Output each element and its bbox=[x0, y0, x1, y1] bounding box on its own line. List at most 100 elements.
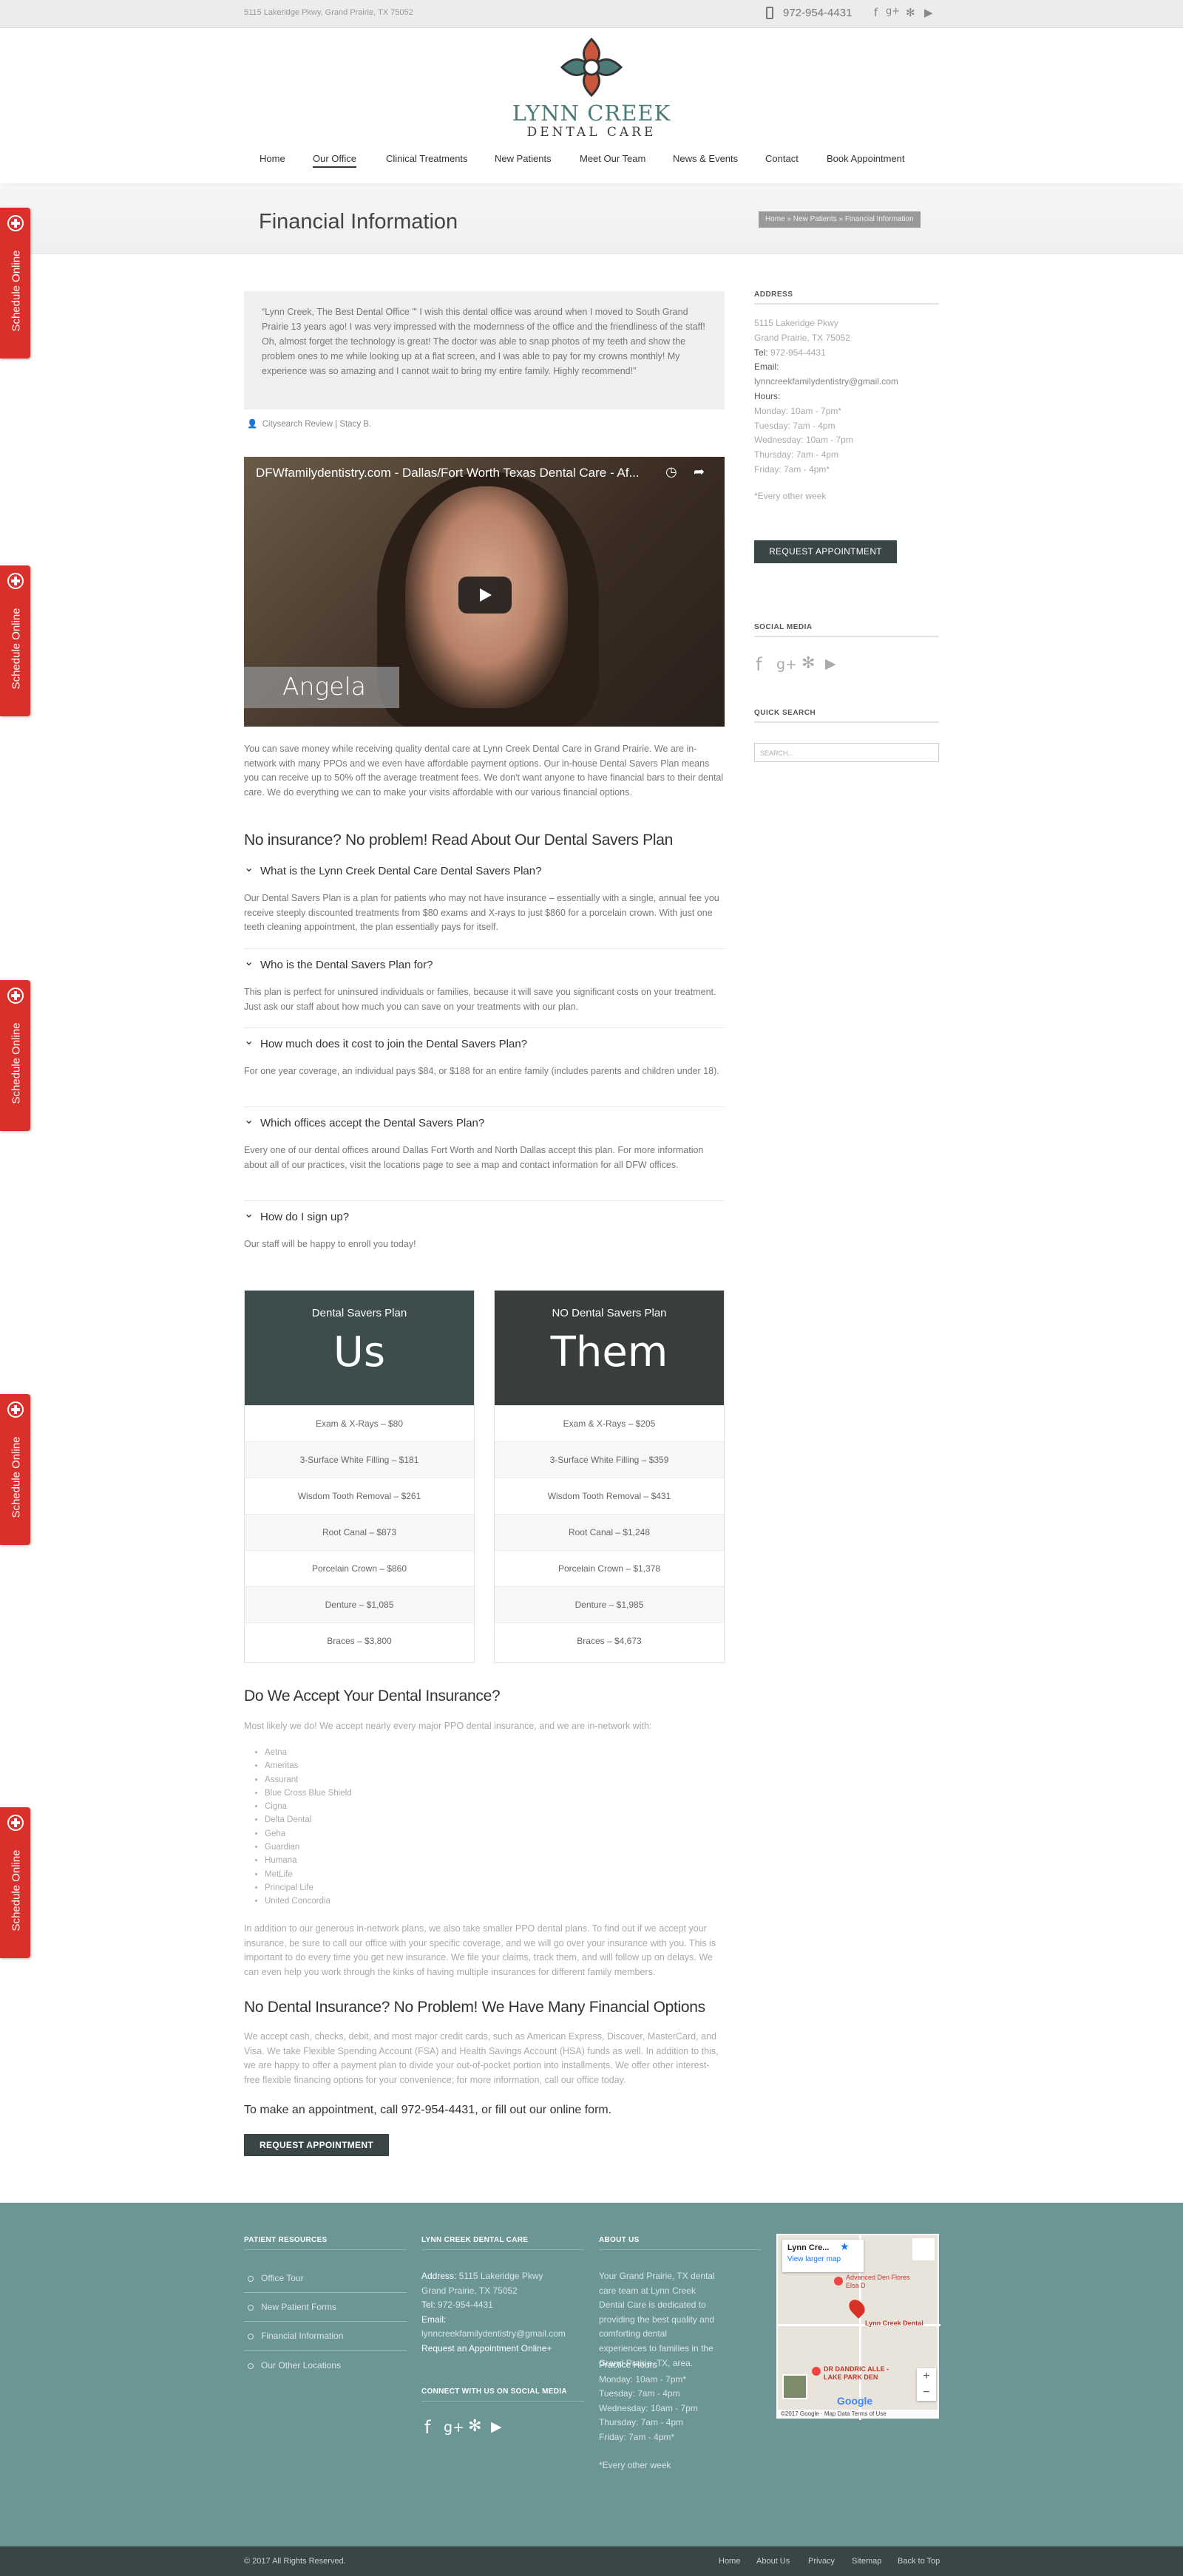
google-plus-icon[interactable]: g+ bbox=[776, 656, 797, 673]
video-player[interactable]: DFWfamilydentistry.com - Dallas/Fort Wor… bbox=[244, 457, 725, 727]
footer-hours: Practice Hours Monday: 10am - 7pm* Tuesd… bbox=[599, 2359, 698, 2470]
nav-book-appointment[interactable]: Book Appointment bbox=[827, 153, 905, 164]
footer-nav-back-to-top[interactable]: Back to Top bbox=[898, 2557, 940, 2566]
footer-link[interactable]: New Patient Forms bbox=[244, 2292, 407, 2322]
faq-question[interactable]: Which offices accept the Dental Savers P… bbox=[244, 1112, 725, 1135]
faq-answer: Every one of our dental offices around D… bbox=[244, 1145, 704, 1170]
divider bbox=[244, 1200, 725, 1201]
request-online-link[interactable]: Request an Appointment Online+ bbox=[421, 2342, 566, 2356]
nav-news-events[interactable]: News & Events bbox=[673, 153, 738, 164]
top-phone[interactable]: 972-954-4431 bbox=[783, 7, 852, 19]
google-plus-icon[interactable]: g+ bbox=[886, 6, 900, 17]
footer-nav-privacy[interactable]: Privacy bbox=[808, 2557, 835, 2566]
faq-answer: For one year coverage, an individual pay… bbox=[244, 1066, 719, 1076]
facebook-icon[interactable]: f bbox=[756, 654, 762, 675]
facebook-icon[interactable]: f bbox=[424, 2417, 430, 2438]
price-row: Porcelain Crown – $1,378 bbox=[495, 1550, 724, 1586]
schedule-online-tab[interactable]: Schedule Online bbox=[0, 1807, 30, 1958]
map-pin-icon[interactable] bbox=[846, 2297, 868, 2319]
youtube-icon[interactable]: ▶ bbox=[924, 6, 933, 19]
nav-our-office[interactable]: Our Office bbox=[313, 153, 357, 168]
yelp-icon[interactable]: ✻ bbox=[468, 2417, 481, 2436]
plus-icon bbox=[7, 1815, 24, 1831]
list-item: Principal Life bbox=[265, 1881, 352, 1894]
request-appointment-button[interactable]: REQUEST APPOINTMENT bbox=[244, 2134, 389, 2156]
faq-question[interactable]: What is the Lynn Creek Dental Care Denta… bbox=[244, 860, 725, 883]
bottom-bar: © 2017 All Rights Reserved. Home About U… bbox=[0, 2546, 1183, 2576]
yelp-icon[interactable]: ✻ bbox=[906, 6, 915, 19]
footer-link[interactable]: Office Tour bbox=[244, 2263, 407, 2293]
plus-icon bbox=[7, 1401, 24, 1418]
divider bbox=[244, 1027, 725, 1028]
faq-answer: Our Dental Savers Plan is a plan for pat… bbox=[244, 893, 719, 932]
intro-text: You can save money while receiving quali… bbox=[244, 744, 724, 798]
google-plus-icon[interactable]: g+ bbox=[444, 2419, 464, 2436]
map-thumbnail[interactable] bbox=[782, 2374, 807, 2399]
footer-nav-home[interactable]: Home bbox=[719, 2557, 740, 2566]
breadcrumb[interactable]: Home » New Patients » Financial Informat… bbox=[759, 211, 921, 228]
price-row: Root Canal – $1,248 bbox=[495, 1514, 724, 1550]
footer-link[interactable]: Our Other Locations bbox=[244, 2351, 407, 2380]
appointment-cta: To make an appointment, call 972-954-443… bbox=[244, 2104, 612, 2116]
top-address: 5115 Lakeridge Pkwy, Grand Prairie, TX 7… bbox=[244, 8, 413, 17]
schedule-online-tab[interactable]: Schedule Online bbox=[0, 565, 30, 716]
street-view-icon[interactable] bbox=[912, 2238, 935, 2260]
price-row: Exam & X-Rays – $80 bbox=[245, 1405, 474, 1441]
footer-nav-sitemap[interactable]: Sitemap bbox=[852, 2557, 881, 2566]
testimonial-author: 👤 Citysearch Review | Stacy B. bbox=[247, 418, 372, 429]
map-info-card: Lynn Cre... View larger map bbox=[782, 2240, 864, 2272]
faq-question[interactable]: How much does it cost to join the Dental… bbox=[244, 1033, 725, 1056]
price-row: Wisdom Tooth Removal – $261 bbox=[245, 1478, 474, 1514]
schedule-online-tab[interactable]: Schedule Online bbox=[0, 208, 30, 358]
nav-new-patients[interactable]: New Patients bbox=[495, 153, 552, 164]
faq-answer: Our staff will be happy to enroll you to… bbox=[244, 1239, 416, 1249]
footer-about-heading: ABOUT US bbox=[599, 2236, 762, 2250]
footer bbox=[0, 2203, 1183, 2546]
faq-question[interactable]: Who is the Dental Savers Plan for? bbox=[244, 954, 725, 977]
facebook-icon[interactable]: f bbox=[874, 6, 878, 19]
nav-contact[interactable]: Contact bbox=[765, 153, 799, 164]
view-larger-map-link[interactable]: View larger map bbox=[787, 2255, 858, 2263]
nav-meet-our-team[interactable]: Meet Our Team bbox=[580, 153, 645, 164]
youtube-icon[interactable]: ▶ bbox=[491, 2419, 502, 2435]
sidebar-address-heading: ADDRESS bbox=[754, 290, 939, 305]
footer-link[interactable]: Financial Information bbox=[244, 2321, 407, 2351]
map-pin-icon[interactable] bbox=[834, 2277, 843, 2286]
savers-heading: No insurance? No problem! Read About Our… bbox=[244, 832, 673, 849]
play-icon[interactable] bbox=[458, 577, 512, 614]
logo-name[interactable]: LYNN CREEK bbox=[444, 101, 739, 126]
plus-icon bbox=[7, 215, 24, 231]
faq-question[interactable]: How do I sign up? bbox=[244, 1206, 725, 1229]
faq-answer: This plan is perfect for uninsured indiv… bbox=[244, 987, 716, 1012]
map-pin-icon[interactable] bbox=[812, 2367, 821, 2376]
list-item: Delta Dental bbox=[265, 1813, 352, 1826]
youtube-icon[interactable]: ▶ bbox=[825, 656, 836, 672]
price-row: Braces – $3,800 bbox=[245, 1622, 474, 1659]
sidebar-request-appointment-button[interactable]: REQUEST APPOINTMENT bbox=[754, 540, 897, 563]
share-icon[interactable]: ➦ bbox=[694, 464, 705, 480]
search-input[interactable]: SEARCH... bbox=[754, 743, 939, 762]
footer-resources-heading: PATIENT RESOURCES bbox=[244, 2236, 407, 2250]
nav-home[interactable]: Home bbox=[260, 153, 285, 164]
watch-later-icon[interactable]: ◷ bbox=[665, 464, 677, 480]
sidebar-search-heading: QUICK SEARCH bbox=[754, 709, 939, 723]
map-embed[interactable]: Lynn Cre... View larger map ★ Advanced D… bbox=[776, 2234, 940, 2420]
logo-subtitle: DENTAL CARE bbox=[526, 125, 657, 140]
schedule-online-tab[interactable]: Schedule Online bbox=[0, 980, 30, 1131]
price-row: 3-Surface White Filling – $181 bbox=[245, 1441, 474, 1478]
logo-emblem-icon[interactable] bbox=[557, 36, 626, 98]
directions-icon[interactable]: ★ bbox=[840, 2241, 850, 2253]
footer-nav-about[interactable]: About Us bbox=[756, 2557, 790, 2566]
list-item: Assurant bbox=[265, 1773, 352, 1787]
video-title[interactable]: DFWfamilydentistry.com - Dallas/Fort Wor… bbox=[256, 466, 640, 480]
yelp-icon[interactable]: ✻ bbox=[801, 654, 815, 673]
zoom-controls[interactable]: + − bbox=[917, 2368, 936, 2401]
list-item: Geha bbox=[265, 1827, 352, 1841]
list-item: Cigna bbox=[265, 1800, 352, 1813]
video-caption: Angela bbox=[244, 667, 399, 708]
insurance-heading: Do We Accept Your Dental Insurance? bbox=[244, 1688, 501, 1705]
list-item: Blue Cross Blue Shield bbox=[265, 1787, 352, 1800]
price-row: Exam & X-Rays – $205 bbox=[495, 1405, 724, 1441]
nav-clinical-treatments[interactable]: Clinical Treatments bbox=[386, 153, 468, 164]
schedule-online-tab[interactable]: Schedule Online bbox=[0, 1394, 30, 1545]
